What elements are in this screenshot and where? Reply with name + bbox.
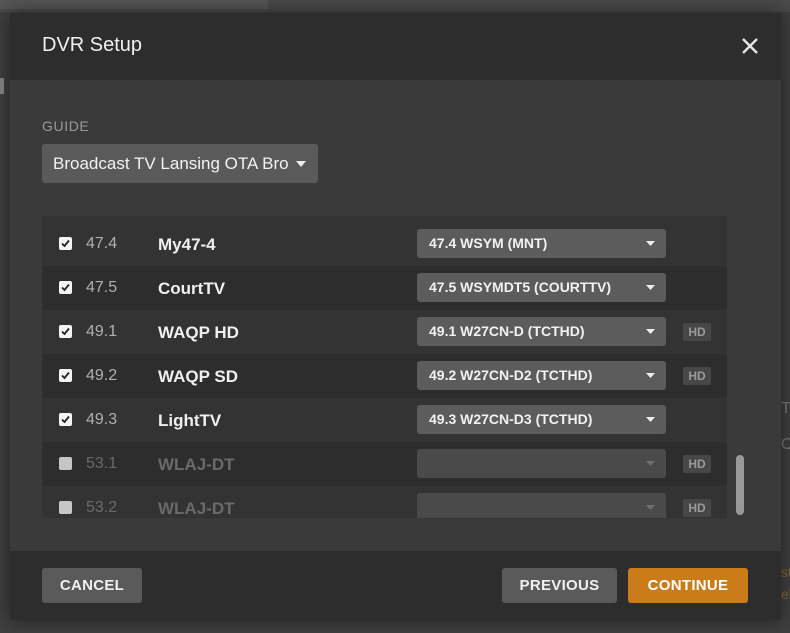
channel-mapping-select[interactable]: 47.5 WSYMDT5 (COURTTV) <box>417 273 666 302</box>
channel-checkbox[interactable] <box>59 369 72 382</box>
backdrop-toolbar <box>0 0 268 9</box>
background-text-fragment: T <box>781 400 790 417</box>
chevron-down-icon <box>646 329 655 334</box>
dialog-header: DVR Setup <box>10 13 781 80</box>
channel-name: WLAJ-DT <box>158 455 235 474</box>
guide-label: GUIDE <box>42 118 90 134</box>
checkmark-icon <box>61 371 70 380</box>
channel-number: 53.2 <box>86 499 118 516</box>
hd-badge: HD <box>683 499 711 517</box>
previous-button[interactable]: PREVIOUS <box>502 568 617 603</box>
channel-mapping-select[interactable]: 49.3 W27CN-D3 (TCTHD) <box>417 405 666 434</box>
close-button[interactable] <box>739 35 761 57</box>
channel-row: 49.3 LightTV 49.3 W27CN-D3 (TCTHD) <box>42 398 727 442</box>
channel-mapping-value: 49.3 W27CN-D3 (TCTHD) <box>429 411 593 427</box>
checkmark-icon <box>61 327 70 336</box>
chevron-down-icon <box>646 285 655 290</box>
channel-number: 49.3 <box>86 411 118 428</box>
channel-mapping-value: 49.1 W27CN-D (TCTHD) <box>429 323 585 339</box>
channel-checkbox[interactable] <box>59 413 72 426</box>
background-text-fragment: st <box>781 564 790 580</box>
background-text-fragment: O <box>781 436 790 453</box>
channel-row: 53.2 WLAJ-DT HD <box>42 486 727 518</box>
channel-name: LightTV <box>158 411 222 430</box>
channel-number: 49.1 <box>86 323 118 340</box>
chevron-down-icon <box>646 505 655 510</box>
channel-row: 47.4 My47-4 47.4 WSYM (MNT) <box>42 222 727 266</box>
channel-checkbox[interactable] <box>59 457 72 470</box>
continue-button[interactable]: CONTINUE <box>628 568 748 603</box>
channel-list-scrollbar[interactable] <box>736 455 744 515</box>
channel-row: 47.5 CourtTV 47.5 WSYMDT5 (COURTTV) <box>42 266 727 310</box>
channel-mapping-select[interactable] <box>417 493 666 518</box>
channel-checkbox[interactable] <box>59 281 72 294</box>
channel-name: WAQP SD <box>158 367 238 386</box>
hd-badge: HD <box>683 367 711 385</box>
channel-name: My47-4 <box>158 235 216 254</box>
dialog-footer: CANCEL PREVIOUS CONTINUE <box>10 551 781 620</box>
chevron-down-icon <box>646 373 655 378</box>
channel-mapping-value: 47.4 WSYM (MNT) <box>429 235 548 251</box>
channel-checkbox[interactable] <box>59 501 72 514</box>
channel-row: 49.1 WAQP HD 49.1 W27CN-D (TCTHD) HD <box>42 310 727 354</box>
backdrop-edge-marker <box>0 78 4 94</box>
channel-name: CourtTV <box>158 279 226 298</box>
channel-name: WLAJ-DT <box>158 499 235 518</box>
checkmark-icon <box>61 283 70 292</box>
checkmark-icon <box>61 415 70 424</box>
chevron-down-icon <box>296 161 306 167</box>
channel-checkbox[interactable] <box>59 325 72 338</box>
channel-number: 47.4 <box>86 235 118 252</box>
channel-row: 49.2 WAQP SD 49.2 W27CN-D2 (TCTHD) HD <box>42 354 727 398</box>
hd-badge: HD <box>683 323 711 341</box>
hd-badge: HD <box>683 455 711 473</box>
chevron-down-icon <box>646 417 655 422</box>
channel-mapping-select[interactable]: 49.2 W27CN-D2 (TCTHD) <box>417 361 666 390</box>
channel-mapping-select[interactable] <box>417 449 666 478</box>
channel-number: 53.1 <box>86 455 118 472</box>
guide-select-value: Broadcast TV Lansing OTA Bro <box>53 154 289 173</box>
channel-mapping-select[interactable]: 49.1 W27CN-D (TCTHD) <box>417 317 666 346</box>
dvr-setup-dialog: DVR Setup GUIDE Broadcast TV Lansing OTA… <box>10 13 781 620</box>
guide-select[interactable]: Broadcast TV Lansing OTA Bro <box>42 144 318 183</box>
channel-mapping-value: 49.2 W27CN-D2 (TCTHD) <box>429 367 593 383</box>
dialog-title: DVR Setup <box>42 34 143 56</box>
checkmark-icon <box>61 239 70 248</box>
channel-mapping-value: 47.5 WSYMDT5 (COURTTV) <box>429 279 612 295</box>
chevron-down-icon <box>646 241 655 246</box>
channel-row: 53.1 WLAJ-DT HD <box>42 442 727 486</box>
channel-checkbox[interactable] <box>59 237 72 250</box>
channel-list: 47.4 My47-4 47.4 WSYM (MNT) 47.5 CourtTV 47.5… <box>42 216 727 518</box>
close-icon <box>742 38 758 54</box>
chevron-down-icon <box>646 461 655 466</box>
channel-name: WAQP HD <box>158 323 239 342</box>
channel-number: 47.5 <box>86 279 118 296</box>
channel-mapping-select[interactable]: 47.4 WSYM (MNT) <box>417 229 666 258</box>
background-text-fragment: el <box>781 586 790 602</box>
cancel-button[interactable]: CANCEL <box>42 568 142 603</box>
channel-number: 49.2 <box>86 367 118 384</box>
